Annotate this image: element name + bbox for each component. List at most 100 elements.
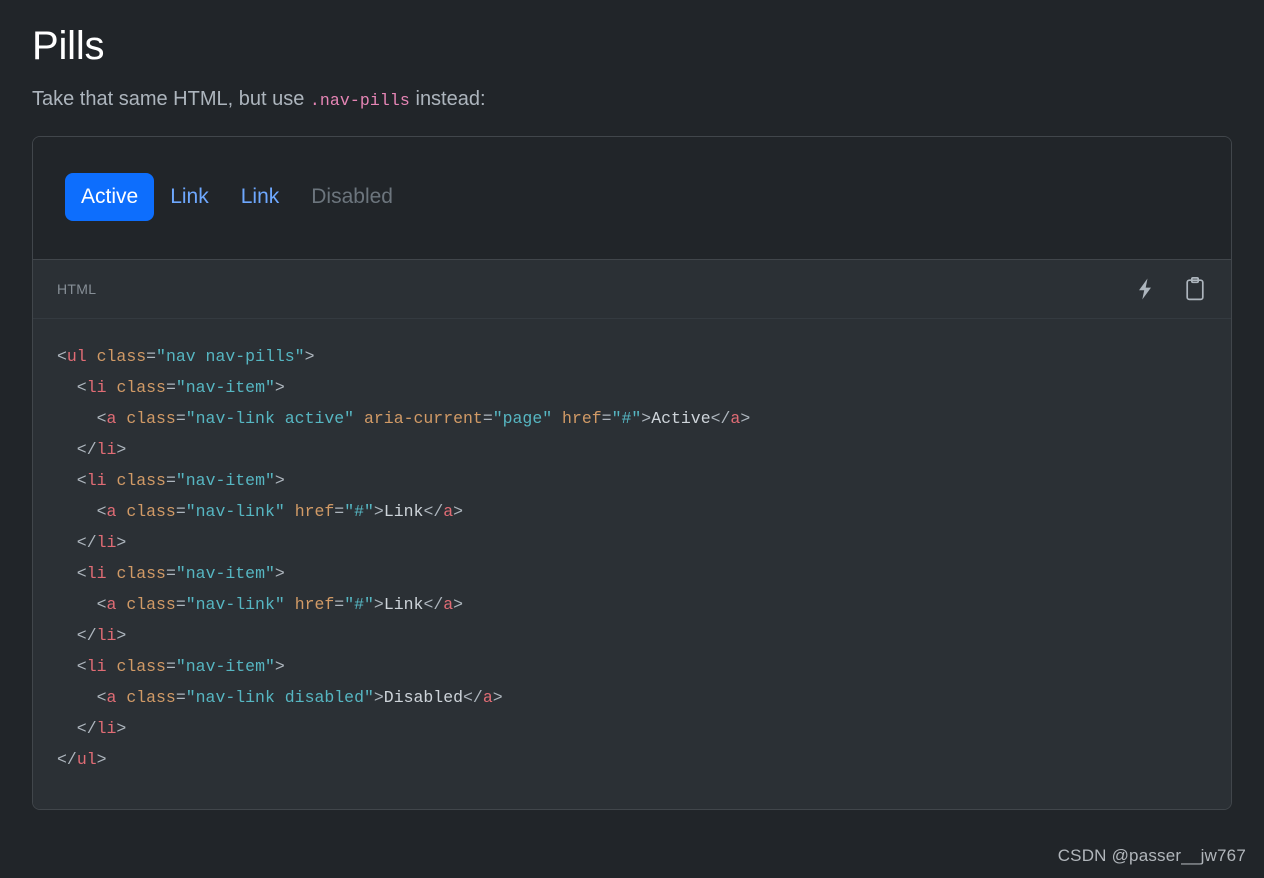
code-token: < bbox=[57, 687, 107, 707]
code-token: = bbox=[482, 408, 493, 428]
code-token: < bbox=[57, 346, 67, 366]
code-token: "#" bbox=[344, 501, 374, 521]
code-token: class bbox=[116, 470, 166, 490]
inline-code-nav-pills: .nav-pills bbox=[309, 91, 410, 110]
code-token: < bbox=[57, 408, 107, 428]
code-token: = bbox=[146, 346, 157, 366]
nav-link-link-2[interactable]: Link bbox=[225, 173, 296, 221]
code-token: = bbox=[165, 656, 176, 676]
code-token: < bbox=[57, 470, 87, 490]
code-token: "nav-link" bbox=[185, 594, 285, 614]
code-token: "page" bbox=[492, 408, 553, 428]
example-snippet-container: Active Link Link Disabled HTML <ul class… bbox=[32, 136, 1232, 810]
code-token: href bbox=[294, 594, 335, 614]
page-title: Pills bbox=[32, 24, 105, 68]
code-token: </ bbox=[57, 718, 97, 738]
code-token: </ bbox=[57, 749, 77, 769]
code-token: < bbox=[57, 377, 87, 397]
code-token: class bbox=[126, 594, 176, 614]
nav-link-active-0[interactable]: Active bbox=[65, 173, 155, 221]
code-token: class bbox=[96, 346, 147, 366]
code-token: = bbox=[165, 563, 176, 583]
code-content[interactable]: <ul class="nav nav-pills"> <li class="na… bbox=[57, 341, 1207, 775]
code-token: = bbox=[175, 408, 186, 428]
code-token: > bbox=[116, 439, 127, 459]
code-token: < bbox=[57, 656, 87, 676]
code-token: class bbox=[116, 377, 166, 397]
watermark: CSDN @passer__jw767 bbox=[1057, 846, 1246, 865]
code-token: li bbox=[96, 718, 117, 738]
code-token: = bbox=[175, 501, 186, 521]
nav-pills: Active Link Link Disabled bbox=[65, 173, 1199, 221]
nav-link-link-1[interactable]: Link bbox=[154, 173, 225, 221]
code-token: > bbox=[96, 749, 107, 769]
code-token: > bbox=[116, 625, 127, 645]
subtitle-text-after: instead: bbox=[409, 88, 486, 110]
nav-item: Link bbox=[225, 173, 296, 221]
code-token: > bbox=[116, 532, 127, 552]
code-token: < bbox=[57, 563, 87, 583]
code-token: a bbox=[106, 501, 117, 521]
code-token: Disabled bbox=[383, 687, 464, 707]
code-token: li bbox=[86, 470, 107, 490]
lightning-bolt-icon[interactable] bbox=[1133, 276, 1157, 302]
code-token: = bbox=[165, 470, 176, 490]
code-token: > bbox=[641, 408, 652, 428]
clipboard-icon[interactable] bbox=[1183, 276, 1207, 302]
code-token: </ bbox=[57, 439, 97, 459]
code-token: "#" bbox=[611, 408, 642, 428]
code-token: < bbox=[57, 501, 107, 521]
code-token: > bbox=[116, 718, 127, 738]
code-toolbar-actions bbox=[1133, 276, 1207, 302]
code-token: a bbox=[482, 687, 493, 707]
code-token: li bbox=[86, 377, 107, 397]
code-token: "nav-item" bbox=[175, 656, 275, 676]
code-token: > bbox=[492, 687, 503, 707]
code-token: = bbox=[601, 408, 612, 428]
code-token: ul bbox=[66, 346, 87, 366]
code-token: class bbox=[116, 656, 166, 676]
code-token: a bbox=[106, 687, 117, 707]
code-token: class bbox=[116, 563, 166, 583]
code-token: class bbox=[126, 687, 176, 707]
code-token: > bbox=[274, 377, 285, 397]
code-token: > bbox=[453, 501, 464, 521]
code-token: "nav-item" bbox=[175, 470, 275, 490]
code-token: href bbox=[562, 408, 602, 428]
code-token: ul bbox=[76, 749, 97, 769]
code-token: = bbox=[334, 501, 345, 521]
page-subtitle: Take that same HTML, but use .nav-pills … bbox=[32, 84, 1232, 114]
code-token: </ bbox=[423, 594, 444, 614]
code-token: a bbox=[106, 594, 117, 614]
code-token: Link bbox=[383, 594, 424, 614]
code-token: < bbox=[57, 594, 107, 614]
code-token: = bbox=[165, 377, 176, 397]
code-token: class bbox=[126, 408, 176, 428]
code-block: <ul class="nav nav-pills"> <li class="na… bbox=[33, 317, 1231, 809]
code-token: = bbox=[175, 594, 186, 614]
code-token: Active bbox=[651, 408, 711, 428]
code-token: > bbox=[274, 470, 285, 490]
nav-item: Link bbox=[154, 173, 225, 221]
code-token: </ bbox=[57, 532, 97, 552]
rendered-example-area: Active Link Link Disabled bbox=[33, 137, 1231, 260]
code-token: "nav-link disabled" bbox=[185, 687, 374, 707]
code-token: > bbox=[373, 687, 384, 707]
code-token: aria-current bbox=[363, 408, 483, 428]
code-token: "nav nav-pills" bbox=[156, 346, 305, 366]
code-token: > bbox=[304, 346, 315, 366]
code-token: = bbox=[175, 687, 186, 707]
code-token: </ bbox=[423, 501, 444, 521]
code-token: > bbox=[740, 408, 751, 428]
code-token: li bbox=[86, 656, 107, 676]
